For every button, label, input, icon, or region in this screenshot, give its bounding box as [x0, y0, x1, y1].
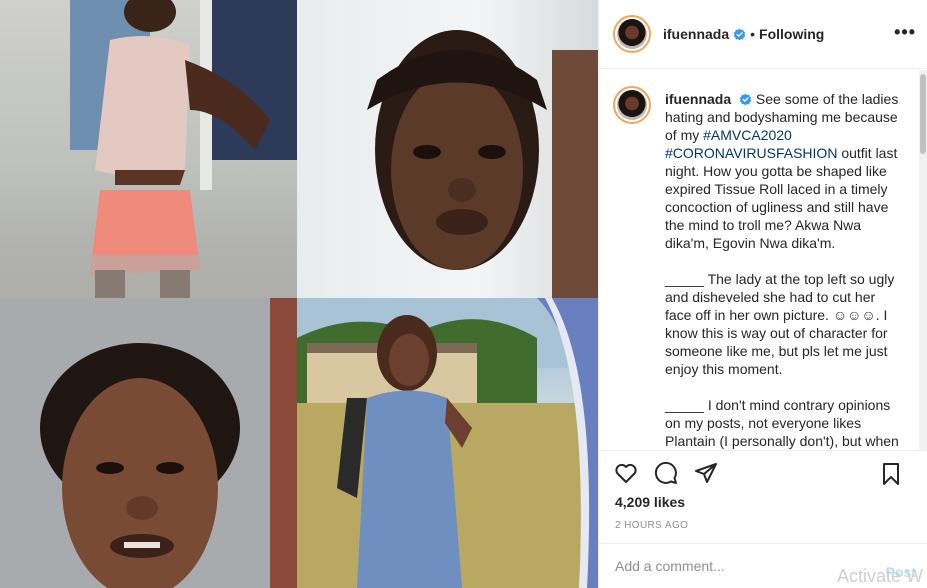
bookmark-icon[interactable]: [878, 461, 904, 487]
more-icon[interactable]: •••: [894, 22, 916, 43]
caption-username[interactable]: ifuennada: [665, 91, 731, 107]
hashtag-amvca[interactable]: #AMVCA2020: [703, 127, 792, 143]
verified-icon: [733, 28, 746, 40]
caption-scrollbar[interactable]: [919, 70, 927, 450]
caption-section: ifuennada See some of the ladies hating …: [599, 70, 927, 450]
windows-activation-watermark: Activate W: [837, 566, 924, 586]
following-button[interactable]: Following: [759, 26, 824, 42]
share-icon[interactable]: [693, 460, 719, 486]
photo-bottom-left: [0, 298, 297, 588]
comment-icon[interactable]: [653, 460, 679, 486]
post-side-panel: ifuennada • Following ••• ifuennada See …: [598, 0, 927, 588]
post-timestamp: 2 HOURS AGO: [615, 520, 689, 531]
caption-text: ifuennada See some of the ladies hating …: [665, 90, 905, 450]
heart-icon[interactable]: [613, 460, 639, 486]
hashtag-coronavirusfashion[interactable]: #CORONAVIRUSFASHION: [665, 145, 837, 161]
caption-paragraph-3: _____ I don't mind contrary opinions on …: [665, 397, 899, 449]
avatar[interactable]: [613, 15, 651, 53]
post-header: ifuennada • Following •••: [599, 0, 927, 69]
separator-dot: •: [750, 26, 756, 42]
header-username[interactable]: ifuennada: [663, 26, 729, 42]
photo-bottom-right: [297, 298, 598, 588]
photo-top-right: [297, 0, 598, 298]
caption-avatar[interactable]: [613, 86, 651, 124]
caption-paragraph-2: _____ The lady at the top left so ugly a…: [665, 271, 895, 377]
likes-count[interactable]: 4,209 likes: [615, 494, 685, 510]
caption-verified-icon: [739, 93, 752, 106]
photo-top-left: [0, 0, 297, 298]
post-image-collage[interactable]: [0, 0, 598, 588]
action-bar: [599, 450, 927, 495]
